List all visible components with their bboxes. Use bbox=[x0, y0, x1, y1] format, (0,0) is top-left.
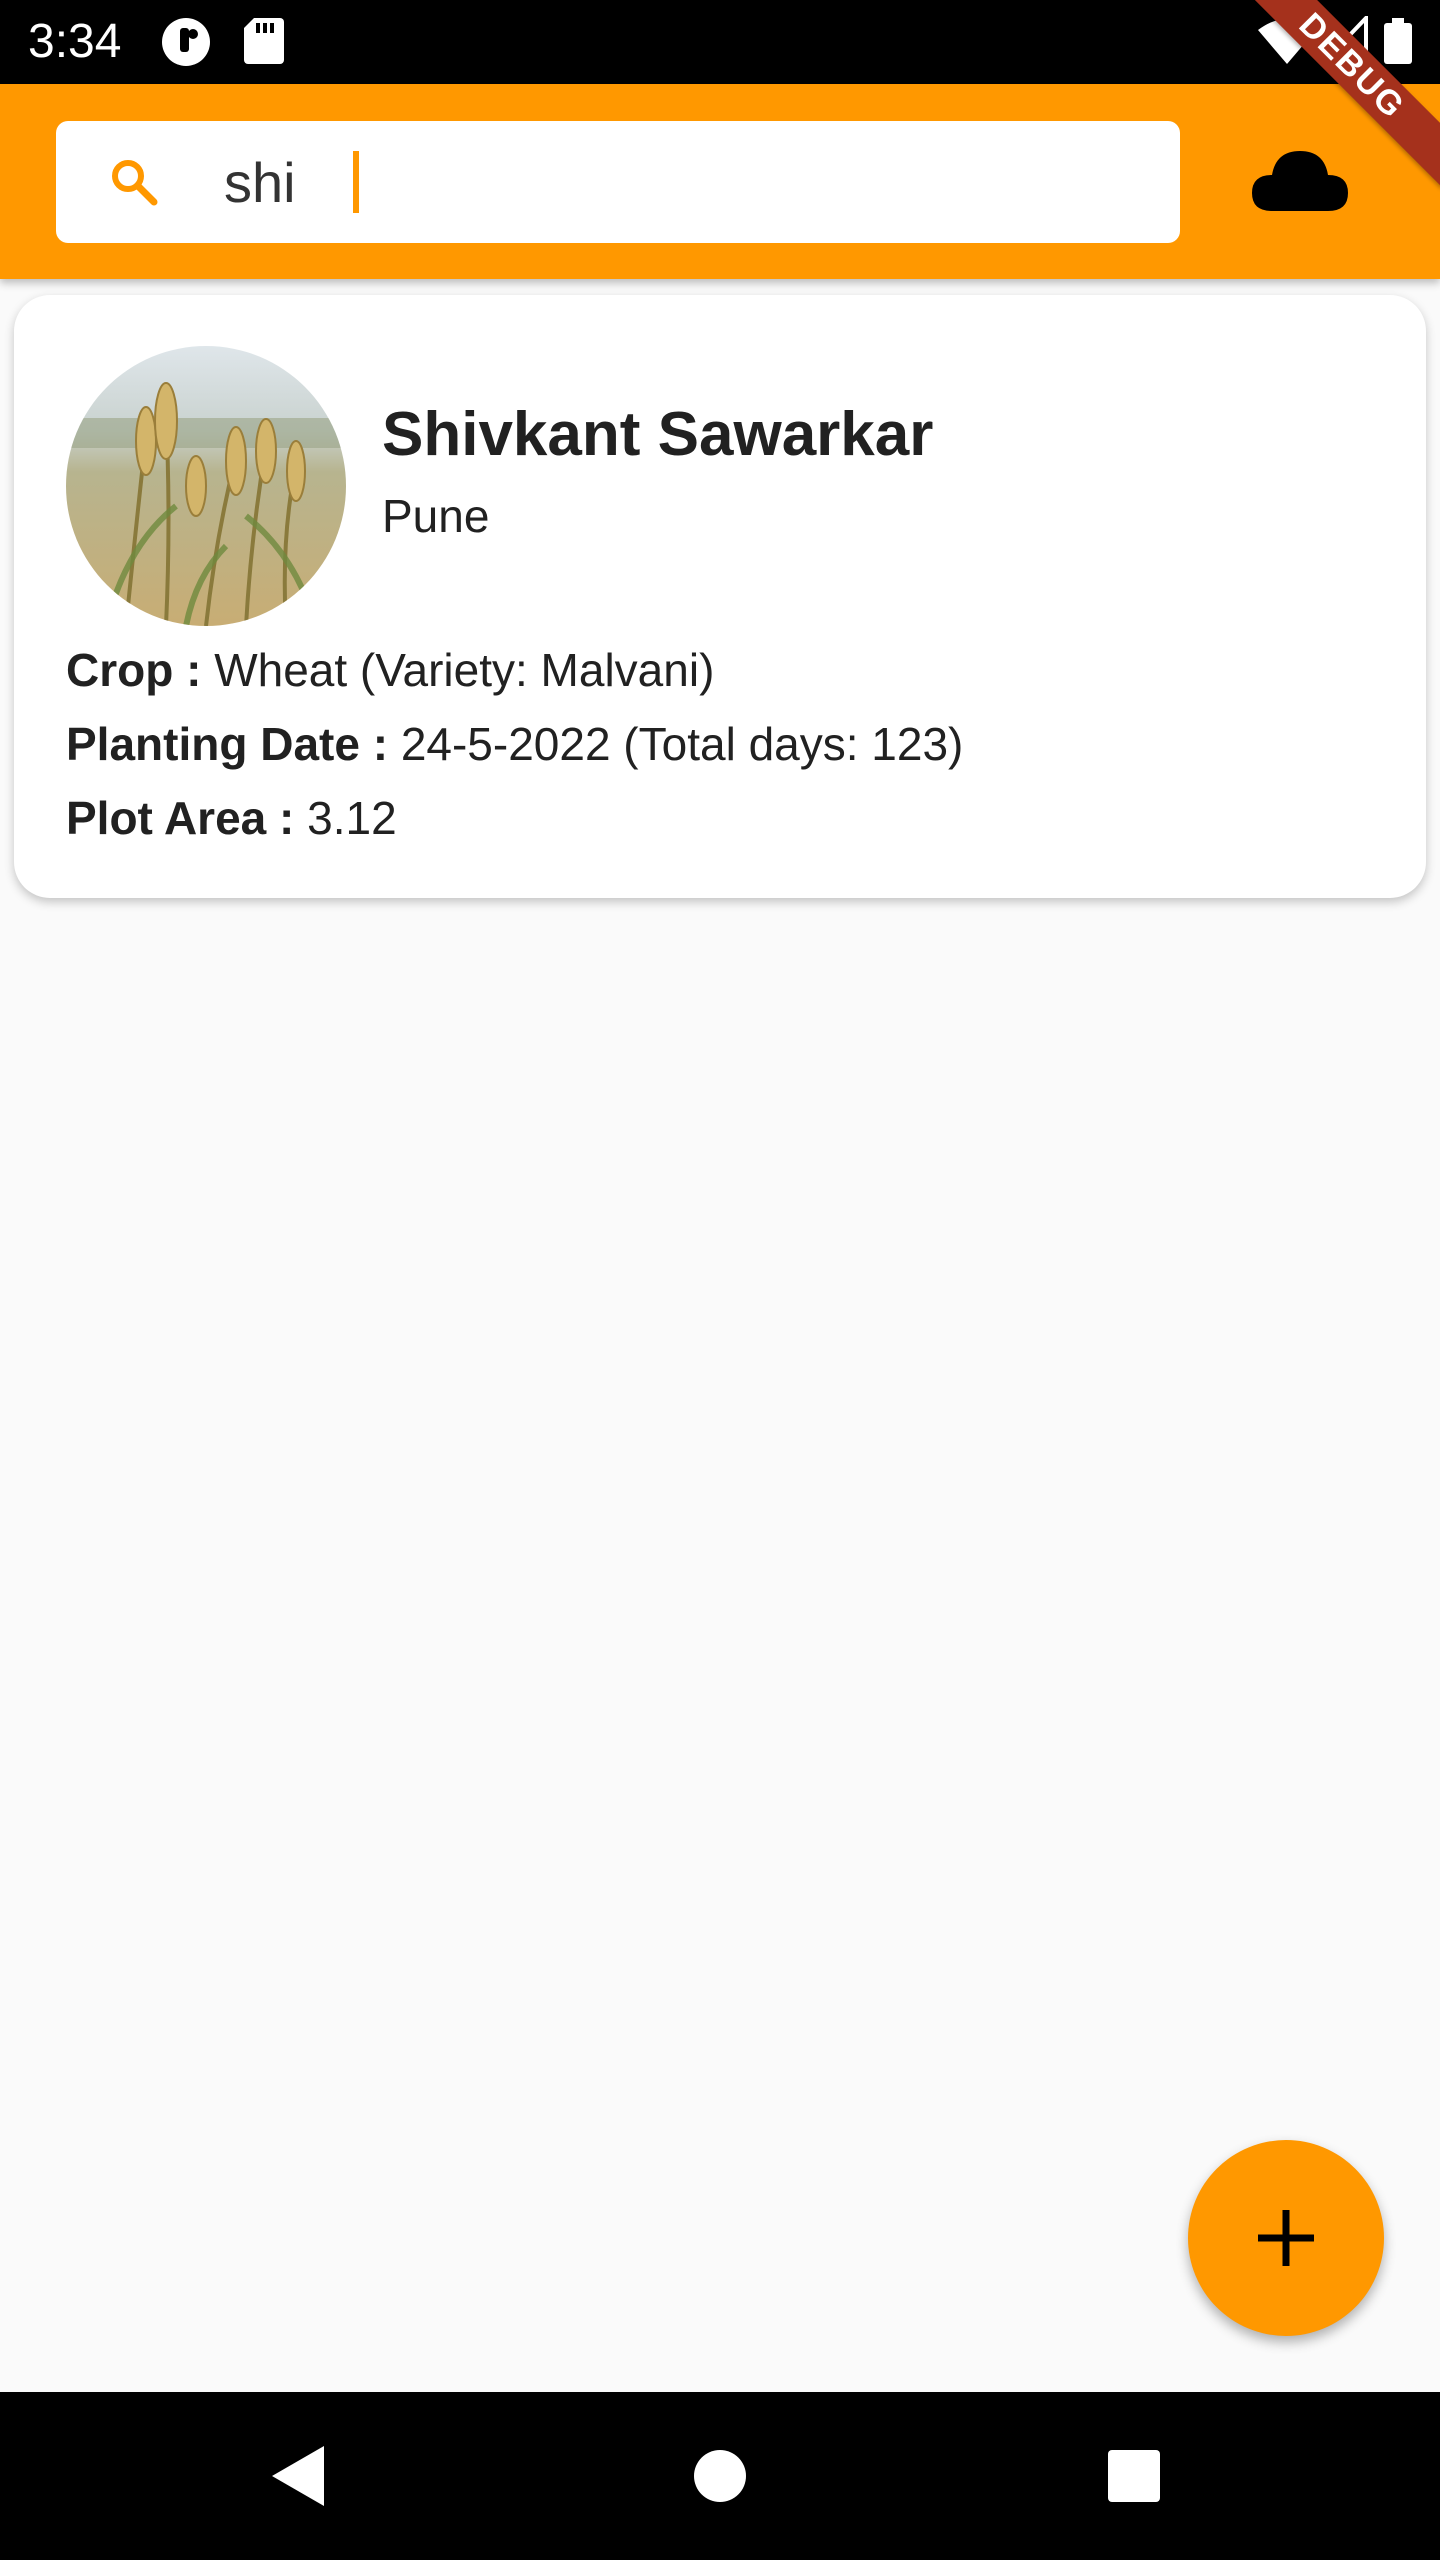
sd-card-icon bbox=[244, 18, 284, 69]
app-bar bbox=[0, 84, 1440, 279]
text-caret bbox=[353, 151, 359, 213]
plot-area-row: Plot Area : 3.12 bbox=[66, 791, 397, 845]
status-bar: 3:34 bbox=[0, 0, 1440, 84]
planting-date-value: 24-5-2022 (Total days: 123) bbox=[400, 718, 964, 770]
cloud-icon bbox=[1250, 151, 1350, 221]
planting-date-label: Planting Date : bbox=[66, 718, 389, 770]
nav-recents-button[interactable] bbox=[1094, 2436, 1174, 2516]
plot-area-label: Plot Area : bbox=[66, 792, 295, 844]
nav-home-button[interactable] bbox=[680, 2436, 760, 2516]
search-box[interactable] bbox=[56, 121, 1180, 243]
add-farmer-button[interactable] bbox=[1188, 2140, 1384, 2336]
search-input[interactable] bbox=[224, 121, 1124, 243]
search-icon bbox=[108, 156, 160, 213]
nav-back-button[interactable] bbox=[258, 2436, 338, 2516]
farmer-avatar bbox=[66, 346, 346, 626]
recents-icon bbox=[1108, 2450, 1160, 2502]
back-icon bbox=[272, 2446, 324, 2506]
notification-app-icon bbox=[160, 16, 212, 73]
crop-label: Crop : bbox=[66, 644, 202, 696]
cloud-sync-button[interactable] bbox=[1250, 145, 1350, 217]
farmer-city: Pune bbox=[382, 490, 490, 542]
plus-icon bbox=[1258, 2210, 1314, 2266]
navigation-bar bbox=[0, 2392, 1440, 2560]
plot-area-value: 3.12 bbox=[307, 792, 397, 844]
status-time: 3:34 bbox=[28, 15, 122, 68]
farmer-card[interactable]: Shivkant Sawarkar Pune Crop : Wheat (Var… bbox=[14, 295, 1426, 898]
farmer-name: Shivkant Sawarkar bbox=[382, 400, 934, 469]
battery-icon bbox=[1384, 18, 1412, 69]
crop-value: Wheat (Variety: Malvani) bbox=[214, 644, 715, 696]
crop-row: Crop : Wheat (Variety: Malvani) bbox=[66, 643, 714, 697]
planting-date-row: Planting Date : 24-5-2022 (Total days: 1… bbox=[66, 717, 963, 771]
home-icon bbox=[694, 2450, 746, 2502]
